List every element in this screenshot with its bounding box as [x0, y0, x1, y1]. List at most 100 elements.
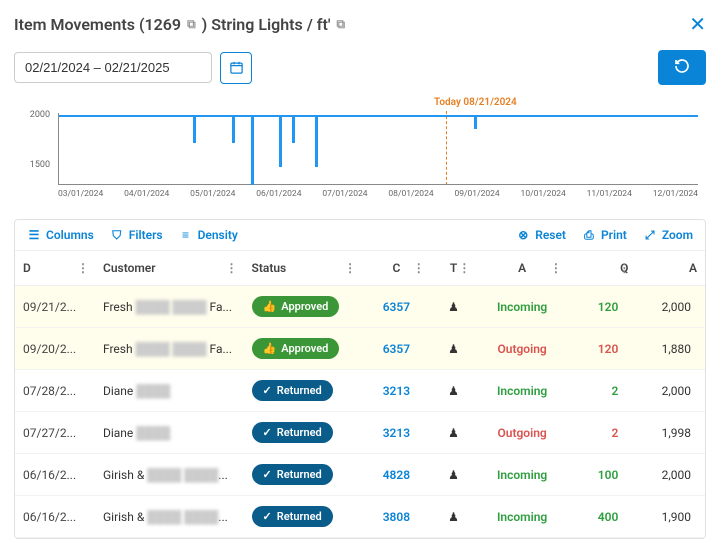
col-menu-icon[interactable]: ⋮ [77, 261, 89, 275]
cell-code[interactable]: 3213 [362, 412, 431, 454]
chart-dip [232, 115, 235, 143]
refresh-icon [674, 58, 690, 74]
columns-button[interactable]: ☰ Columns [27, 228, 94, 242]
chart-plot-area [58, 113, 698, 185]
movements-grid: ☰ Columns ⛉Filters ≡Density ⊗Reset ⎙Print… [14, 219, 706, 539]
cell-customer: Fresh ████ ████ Fa... [95, 286, 244, 328]
cell-qty: 120 [568, 286, 637, 328]
col-menu-icon[interactable]: ⋮ [550, 261, 562, 275]
zoom-button[interactable]: ⤢Zoom [643, 228, 693, 242]
cell-qty: 100 [568, 454, 637, 496]
print-button[interactable]: ⎙Print [582, 228, 627, 242]
chess-piece-icon: ♟ [448, 510, 459, 524]
title-suffix: ) String Lights / ft' [202, 15, 331, 34]
col-menu-icon[interactable]: ⋮ [413, 261, 425, 275]
cell-date: 09/21/2... [15, 286, 95, 328]
close-button[interactable]: ✕ [689, 12, 706, 36]
status-icon: ✓ [263, 510, 272, 523]
table-row[interactable]: 07/27/2...Diane ████✓Returned3213♟Outgoi… [15, 412, 705, 454]
cell-action: Outgoing [476, 412, 567, 454]
filters-button[interactable]: ⛉Filters [110, 228, 163, 242]
col-menu-icon[interactable]: ⋮ [226, 261, 238, 275]
table-row[interactable]: 06/16/2...Girish & ████ ████... ✓Returned… [15, 454, 705, 496]
cell-code[interactable]: 6357 [362, 286, 431, 328]
x-tick: 04/01/2024 [124, 189, 169, 205]
cell-type: ♟ [431, 454, 477, 496]
cell-qty: 400 [568, 496, 637, 538]
status-pill: ✓Returned [252, 464, 333, 485]
cell-status: 👍Approved [244, 328, 363, 370]
col-menu-icon[interactable]: ⋮ [344, 261, 356, 275]
col-menu-icon[interactable]: ⋮ [458, 261, 470, 275]
cell-date: 09/20/2... [15, 328, 95, 370]
status-icon: ✓ [263, 384, 272, 397]
cell-code[interactable]: 3808 [362, 496, 431, 538]
chart-x-axis: 03/01/2024 04/01/2024 05/01/2024 06/01/2… [58, 189, 698, 205]
col-status[interactable]: Status⋮ [244, 251, 363, 286]
cell-status: ✓Returned [244, 454, 363, 496]
calendar-button[interactable] [220, 52, 252, 84]
cell-amt: 1,900 [636, 496, 705, 538]
cell-customer: Diane ████ [95, 370, 244, 412]
col-menu-icon[interactable]: ⋮ [618, 261, 630, 275]
chart-dip [315, 115, 318, 167]
cell-code[interactable]: 4828 [362, 454, 431, 496]
chart-dip [251, 115, 254, 185]
table-row[interactable]: 09/20/2...Fresh ████ ████ Fa... 👍Approved… [15, 328, 705, 370]
chess-piece-icon: ♟ [448, 468, 459, 482]
col-code[interactable]: C⋮ [362, 251, 431, 286]
density-button[interactable]: ≡Density [179, 228, 238, 242]
table-row[interactable]: 06/16/2...Girish & ████ ████...✓Returned… [15, 496, 705, 538]
status-pill: 👍Approved [252, 338, 340, 359]
table-row[interactable]: 09/21/2...Fresh ████ ████ Fa... 👍Approved… [15, 286, 705, 328]
x-tick: 07/01/2024 [322, 189, 367, 205]
x-tick: 06/01/2024 [256, 189, 301, 205]
cell-date: 06/16/2... [15, 496, 95, 538]
cell-date: 07/27/2... [15, 412, 95, 454]
cell-qty: 2 [568, 412, 637, 454]
columns-label: Columns [46, 228, 94, 242]
cell-action: Outgoing [476, 328, 567, 370]
x-tick: 11/01/2024 [587, 189, 632, 205]
cell-date: 06/16/2... [15, 454, 95, 496]
cell-status: 👍Approved [244, 286, 363, 328]
cell-type: ♟ [431, 286, 477, 328]
cell-type: ♟ [431, 496, 477, 538]
cell-amt: 1,880 [636, 328, 705, 370]
table-row[interactable]: 07/28/2...Diane ████✓Returned3213♟Incomi… [15, 370, 705, 412]
cell-date: 07/28/2... [15, 370, 95, 412]
columns-icon: ☰ [27, 228, 41, 242]
cell-customer: Girish & ████ ████... [95, 454, 244, 496]
refresh-button[interactable] [658, 50, 706, 85]
cell-customer: Fresh ████ ████ Fa... [95, 328, 244, 370]
col-amt[interactable]: A [636, 251, 705, 286]
zoom-icon: ⤢ [643, 228, 657, 242]
date-range-input[interactable] [14, 52, 212, 83]
col-date[interactable]: D⋮ [15, 251, 95, 286]
col-qty[interactable]: Q⋮ [568, 251, 637, 286]
chess-piece-icon: ♟ [448, 384, 459, 398]
reset-button[interactable]: ⊗Reset [516, 228, 566, 242]
x-tick: 08/01/2024 [388, 189, 433, 205]
cell-status: ✓Returned [244, 412, 363, 454]
chart-series-line [59, 115, 698, 117]
copy-name-icon[interactable]: ⧉ [336, 17, 345, 32]
cell-code[interactable]: 3213 [362, 370, 431, 412]
cell-amt: 1,998 [636, 412, 705, 454]
status-icon: ✓ [263, 468, 272, 481]
status-pill: 👍Approved [252, 296, 340, 317]
x-tick: 03/01/2024 [58, 189, 103, 205]
col-customer[interactable]: Customer⋮ [95, 251, 244, 286]
cell-amt: 2,000 [636, 370, 705, 412]
cell-action: Incoming [476, 454, 567, 496]
cell-customer: Diane ████ [95, 412, 244, 454]
density-icon: ≡ [179, 228, 193, 242]
y-tick: 2000 [30, 110, 50, 120]
col-type[interactable]: T⋮ [431, 251, 477, 286]
col-action[interactable]: A⋮ [476, 251, 567, 286]
reset-label: Reset [535, 228, 566, 242]
today-marker-label: Today 08/21/2024 [434, 97, 517, 108]
copy-id-icon[interactable]: ⧉ [187, 17, 196, 32]
cell-code[interactable]: 6357 [362, 328, 431, 370]
chart-dip [193, 115, 196, 143]
